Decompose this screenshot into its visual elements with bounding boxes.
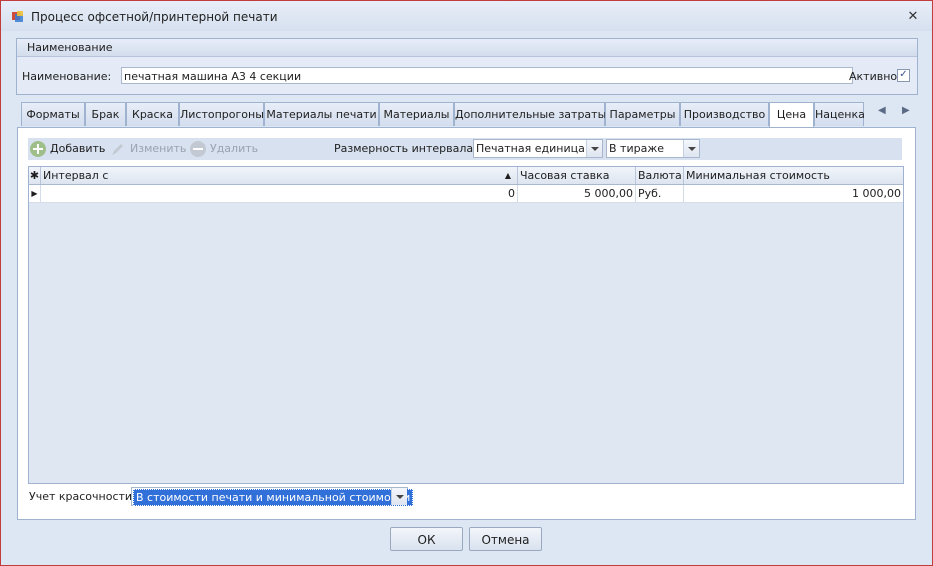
group-caption: Наименование — [17, 39, 917, 57]
tab-1[interactable]: Форматы — [21, 102, 85, 126]
tab-strip: Форматы Брак Краска Листопрогоны Материалы п… — [21, 102, 871, 127]
tab-6[interactable]: Материалы — [379, 102, 454, 126]
active-label: Активно — [849, 70, 898, 83]
cell-hourly-rate[interactable]: 5 000,00 — [518, 185, 636, 202]
window-title: Процесс офсетной/принтерной печати — [31, 10, 278, 24]
edit-label: Изменить — [130, 142, 187, 155]
cell-currency[interactable]: Руб. — [636, 185, 684, 202]
tab-10[interactable]: Цена — [769, 102, 814, 127]
name-label: Наименование: — [22, 70, 112, 83]
color-accounting-select[interactable]: В стоимости печати и минимальной стоимос… — [131, 487, 414, 506]
tab-11[interactable]: Наценка — [814, 102, 865, 126]
color-accounting-label: Учет красочности: — [29, 490, 136, 503]
tab-5[interactable]: Материалы печати — [264, 102, 379, 126]
table-row[interactable]: ▶ 0 5 000,00 Руб. 1 000,00 — [29, 185, 903, 203]
group-caption-text: Наименование — [27, 41, 113, 54]
tab-9[interactable]: Производство — [680, 102, 769, 126]
interval-unit-value: Печатная единица — [476, 142, 585, 155]
active-checkbox[interactable]: ✓ — [897, 69, 910, 82]
add-label: Добавить — [50, 142, 106, 155]
column-header-min-cost[interactable]: Минимальная стоимость — [684, 167, 903, 184]
cancel-button[interactable]: Отмена — [469, 527, 542, 551]
delete-button[interactable]: Удалить — [190, 141, 258, 157]
column-header-interval[interactable]: Интервал с ▲ — [41, 167, 518, 184]
minus-icon — [190, 141, 206, 157]
palette-icon — [12, 11, 23, 22]
price-grid: ✱ Интервал с ▲ Часовая ставка Валюта Мин… — [28, 166, 904, 484]
plus-icon — [30, 141, 46, 157]
dialog-window: Процесс офсетной/принтерной печати ✕ Наи… — [0, 0, 933, 566]
edit-button[interactable]: Изменить — [110, 141, 186, 157]
tab-3[interactable]: Краска — [126, 102, 179, 126]
column-header-hourly-rate[interactable]: Часовая ставка — [518, 167, 636, 184]
chevron-down-icon[interactable] — [391, 488, 407, 505]
title-bar[interactable]: Процесс офсетной/принтерной печати ✕ — [1, 1, 932, 31]
interval-label: Размерность интервала: — [334, 142, 477, 155]
new-row-indicator-icon[interactable]: ✱ — [29, 167, 41, 184]
sort-ascending-icon: ▲ — [504, 171, 511, 180]
add-button[interactable]: Добавить — [30, 141, 105, 157]
close-icon[interactable]: ✕ — [906, 10, 920, 24]
tab-8[interactable]: Параметры — [605, 102, 680, 126]
row-indicator-icon: ▶ — [29, 185, 41, 202]
chevron-down-icon[interactable] — [586, 140, 602, 157]
tab-2[interactable]: Брак — [85, 102, 126, 126]
color-accounting-value: В стоимости печати и минимальной стоимос… — [133, 489, 414, 506]
tab-page-price: Добавить Изменить Удалить Размерность ин… — [17, 127, 916, 520]
chevron-down-icon[interactable] — [683, 140, 699, 157]
interval-unit-select[interactable]: Печатная единица — [473, 139, 603, 158]
interval-mode-value: В тираже — [609, 142, 664, 155]
ok-button[interactable]: ОК — [390, 527, 463, 551]
column-header-currency[interactable]: Валюта — [636, 167, 684, 184]
name-group: Наименование Наименование: печатная маши… — [16, 38, 918, 95]
column-label-interval: Интервал с — [43, 169, 109, 182]
tab-scroll-right-icon[interactable]: ▶ — [902, 105, 910, 116]
tab-7[interactable]: Дополнительные затраты — [454, 102, 606, 126]
tab-scroll-left-icon[interactable]: ◀ — [878, 105, 886, 116]
name-input[interactable]: печатная машина А3 4 секции — [121, 67, 853, 84]
cell-interval-from[interactable]: 0 — [41, 185, 518, 202]
delete-label: Удалить — [210, 142, 259, 155]
pencil-icon — [112, 144, 123, 155]
tab-4[interactable]: Листопрогоны — [179, 102, 264, 126]
grid-toolbar: Добавить Изменить Удалить Размерность ин… — [28, 138, 902, 160]
interval-mode-select[interactable]: В тираже — [606, 139, 700, 158]
cell-min-cost[interactable]: 1 000,00 — [684, 185, 903, 202]
grid-header: ✱ Интервал с ▲ Часовая ставка Валюта Мин… — [29, 167, 903, 185]
